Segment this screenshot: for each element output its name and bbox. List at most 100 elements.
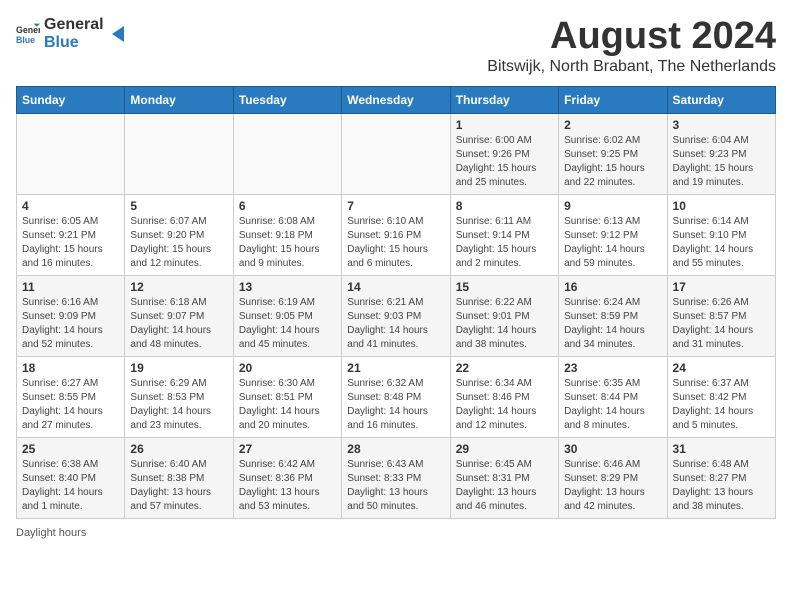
day-info: Sunrise: 6:29 AMSunset: 8:53 PMDaylight:… — [130, 377, 227, 433]
calendar-cell — [342, 113, 450, 194]
day-info: Sunrise: 6:07 AMSunset: 9:20 PMDaylight:… — [130, 215, 227, 271]
day-info: Sunrise: 6:10 AMSunset: 9:16 PMDaylight:… — [347, 215, 444, 271]
day-number: 10 — [673, 199, 770, 213]
day-info: Sunrise: 6:11 AMSunset: 9:14 PMDaylight:… — [456, 215, 553, 271]
calendar-week-row: 18Sunrise: 6:27 AMSunset: 8:55 PMDayligh… — [17, 356, 776, 437]
day-info: Sunrise: 6:22 AMSunset: 9:01 PMDaylight:… — [456, 296, 553, 352]
calendar-cell: 4 Sunrise: 6:05 AMSunset: 9:21 PMDaylight… — [17, 194, 125, 275]
day-number: 20 — [239, 361, 336, 375]
day-info: Sunrise: 6:24 AMSunset: 8:59 PMDaylight:… — [564, 296, 661, 352]
calendar-cell: 20 Sunrise: 6:30 AMSunset: 8:51 PMDayligh… — [233, 356, 341, 437]
day-info: Sunrise: 6:35 AMSunset: 8:44 PMDaylight:… — [564, 377, 661, 433]
calendar-cell: 9 Sunrise: 6:13 AMSunset: 9:12 PMDaylight… — [559, 194, 667, 275]
calendar-cell: 7 Sunrise: 6:10 AMSunset: 9:16 PMDaylight… — [342, 194, 450, 275]
calendar-cell: 1 Sunrise: 6:00 AMSunset: 9:26 PMDaylight… — [450, 113, 558, 194]
calendar-week-row: 4 Sunrise: 6:05 AMSunset: 9:21 PMDaylight… — [17, 194, 776, 275]
day-number: 31 — [673, 442, 770, 456]
day-info: Sunrise: 6:30 AMSunset: 8:51 PMDaylight:… — [239, 377, 336, 433]
calendar-cell: 14 Sunrise: 6:21 AMSunset: 9:03 PMDayligh… — [342, 275, 450, 356]
calendar-cell: 3 Sunrise: 6:04 AMSunset: 9:23 PMDaylight… — [667, 113, 775, 194]
day-info: Sunrise: 6:19 AMSunset: 9:05 PMDaylight:… — [239, 296, 336, 352]
day-of-week-header: Thursday — [450, 86, 558, 113]
day-info: Sunrise: 6:05 AMSunset: 9:21 PMDaylight:… — [22, 215, 119, 271]
day-number: 16 — [564, 280, 661, 294]
day-info: Sunrise: 6:02 AMSunset: 9:25 PMDaylight:… — [564, 134, 661, 190]
day-info: Sunrise: 6:40 AMSunset: 8:38 PMDaylight:… — [130, 458, 227, 514]
day-number: 2 — [564, 118, 661, 132]
logo: General Blue General Blue — [16, 16, 128, 51]
day-info: Sunrise: 6:37 AMSunset: 8:42 PMDaylight:… — [673, 377, 770, 433]
day-number: 7 — [347, 199, 444, 213]
day-info: Sunrise: 6:04 AMSunset: 9:23 PMDaylight:… — [673, 134, 770, 190]
day-info: Sunrise: 6:45 AMSunset: 8:31 PMDaylight:… — [456, 458, 553, 514]
calendar-week-row: 1 Sunrise: 6:00 AMSunset: 9:26 PMDaylight… — [17, 113, 776, 194]
day-number: 6 — [239, 199, 336, 213]
day-number: 5 — [130, 199, 227, 213]
day-info: Sunrise: 6:08 AMSunset: 9:18 PMDaylight:… — [239, 215, 336, 271]
page-title: August 2024 — [487, 16, 776, 58]
day-info: Sunrise: 6:26 AMSunset: 8:57 PMDaylight:… — [673, 296, 770, 352]
day-info: Sunrise: 6:18 AMSunset: 9:07 PMDaylight:… — [130, 296, 227, 352]
svg-text:General: General — [16, 25, 40, 35]
calendar-cell: 23Sunrise: 6:35 AMSunset: 8:44 PMDayligh… — [559, 356, 667, 437]
logo-arrow-icon — [108, 24, 128, 44]
logo-icon: General Blue — [16, 22, 40, 46]
calendar-cell: 25 Sunrise: 6:38 AMSunset: 8:40 PMDayligh… — [17, 437, 125, 518]
footer-note: Daylight hours — [16, 527, 776, 539]
calendar-cell: 27 Sunrise: 6:42 AMSunset: 8:36 PMDayligh… — [233, 437, 341, 518]
day-number: 3 — [673, 118, 770, 132]
calendar-cell: 22 Sunrise: 6:34 AMSunset: 8:46 PMDayligh… — [450, 356, 558, 437]
day-number: 22 — [456, 361, 553, 375]
day-info: Sunrise: 6:34 AMSunset: 8:46 PMDaylight:… — [456, 377, 553, 433]
day-number: 30 — [564, 442, 661, 456]
calendar-cell: 18Sunrise: 6:27 AMSunset: 8:55 PMDayligh… — [17, 356, 125, 437]
calendar-cell: 15Sunrise: 6:22 AMSunset: 9:01 PMDayligh… — [450, 275, 558, 356]
calendar-cell: 2 Sunrise: 6:02 AMSunset: 9:25 PMDaylight… — [559, 113, 667, 194]
calendar-cell: 6 Sunrise: 6:08 AMSunset: 9:18 PMDaylight… — [233, 194, 341, 275]
day-number: 8 — [456, 199, 553, 213]
title-area: August 2024 Bitswijk, North Brabant, The… — [487, 16, 776, 76]
day-number: 21 — [347, 361, 444, 375]
day-number: 28 — [347, 442, 444, 456]
logo-blue: Blue — [44, 34, 104, 52]
day-of-week-header: Friday — [559, 86, 667, 113]
day-info: Sunrise: 6:38 AMSunset: 8:40 PMDaylight:… — [22, 458, 119, 514]
day-info: Sunrise: 6:21 AMSunset: 9:03 PMDaylight:… — [347, 296, 444, 352]
calendar-cell — [125, 113, 233, 194]
day-number: 9 — [564, 199, 661, 213]
calendar-cell: 12 Sunrise: 6:18 AMSunset: 9:07 PMDayligh… — [125, 275, 233, 356]
day-info: Sunrise: 6:42 AMSunset: 8:36 PMDaylight:… — [239, 458, 336, 514]
calendar-cell: 16 Sunrise: 6:24 AMSunset: 8:59 PMDayligh… — [559, 275, 667, 356]
calendar-cell: 11Sunrise: 6:16 AMSunset: 9:09 PMDayligh… — [17, 275, 125, 356]
calendar-header-row: SundayMondayTuesdayWednesdayThursdayFrid… — [17, 86, 776, 113]
day-number: 1 — [456, 118, 553, 132]
calendar-cell: 30Sunrise: 6:46 AMSunset: 8:29 PMDayligh… — [559, 437, 667, 518]
day-number: 25 — [22, 442, 119, 456]
calendar-cell: 24Sunrise: 6:37 AMSunset: 8:42 PMDayligh… — [667, 356, 775, 437]
header: General Blue General Blue August 2024 Bi… — [16, 16, 776, 76]
calendar-week-row: 25 Sunrise: 6:38 AMSunset: 8:40 PMDayligh… — [17, 437, 776, 518]
calendar-cell — [233, 113, 341, 194]
calendar-week-row: 11Sunrise: 6:16 AMSunset: 9:09 PMDayligh… — [17, 275, 776, 356]
day-number: 12 — [130, 280, 227, 294]
day-number: 29 — [456, 442, 553, 456]
day-of-week-header: Saturday — [667, 86, 775, 113]
calendar-cell: 13Sunrise: 6:19 AMSunset: 9:05 PMDayligh… — [233, 275, 341, 356]
day-of-week-header: Tuesday — [233, 86, 341, 113]
day-info: Sunrise: 6:00 AMSunset: 9:26 PMDaylight:… — [456, 134, 553, 190]
day-number: 11 — [22, 280, 119, 294]
calendar-cell: 5 Sunrise: 6:07 AMSunset: 9:20 PMDaylight… — [125, 194, 233, 275]
calendar-table: SundayMondayTuesdayWednesdayThursdayFrid… — [16, 86, 776, 519]
day-number: 14 — [347, 280, 444, 294]
calendar-cell: 21Sunrise: 6:32 AMSunset: 8:48 PMDayligh… — [342, 356, 450, 437]
day-info: Sunrise: 6:43 AMSunset: 8:33 PMDaylight:… — [347, 458, 444, 514]
calendar-cell: 10Sunrise: 6:14 AMSunset: 9:10 PMDayligh… — [667, 194, 775, 275]
day-number: 18 — [22, 361, 119, 375]
day-number: 4 — [22, 199, 119, 213]
calendar-cell: 28 Sunrise: 6:43 AMSunset: 8:33 PMDayligh… — [342, 437, 450, 518]
day-info: Sunrise: 6:13 AMSunset: 9:12 PMDaylight:… — [564, 215, 661, 271]
day-of-week-header: Wednesday — [342, 86, 450, 113]
calendar-cell: 31Sunrise: 6:48 AMSunset: 8:27 PMDayligh… — [667, 437, 775, 518]
day-number: 27 — [239, 442, 336, 456]
calendar-cell: 29 Sunrise: 6:45 AMSunset: 8:31 PMDayligh… — [450, 437, 558, 518]
